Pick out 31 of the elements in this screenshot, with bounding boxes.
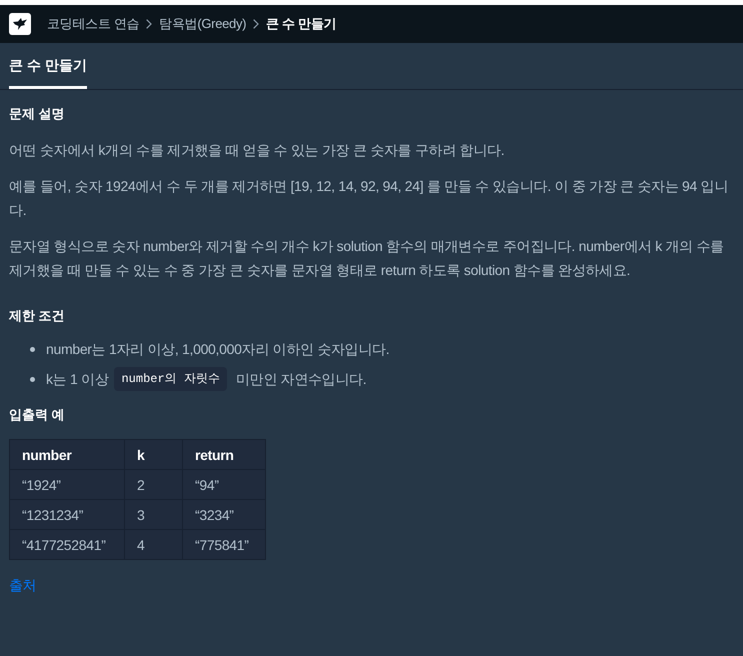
table-cell: “94”: [182, 470, 266, 500]
paragraph: 문자열 형식으로 숫자 number와 제거할 수의 개수 k가 solution 함수의 매개변수로 주어집니다. number에서 k 개의 수를 제거했을 때 만들 수 있는 수 중 가장 큰 숫자를 문자열 형태로 return 하도록 solution 함수를 완성하세요.: [9, 237, 725, 280]
bullet-icon: [30, 346, 35, 352]
bullet-icon: [30, 376, 35, 382]
paragraph: 예를 들어, 숫자 1924에서 수 두 개를 제거하면 [19, 12, 14, 92, 94, 24] 를 만들 수 있습니다. 이 중 가장 큰 숫자는 94 입니다.: [9, 177, 730, 220]
table-cell: 3: [124, 500, 182, 530]
constraint-text: number는 1자리 이상, 1,000,000자리 이하인 숫자입니다.: [46, 340, 390, 359]
table-cell: “775841”: [182, 530, 266, 560]
constraint-text: k는 1 이상: [46, 370, 108, 389]
tab[interactable]: 큰 수 만들기: [9, 55, 87, 89]
chevron-icon: [253, 19, 260, 29]
column-header: number: [10, 440, 124, 470]
paragraph: 어떤 숫자에서 k개의 수를 제거했을 때 얻을 수 있는 가장 큰 숫자를 구하려 합니다.: [9, 141, 506, 160]
inline-code: number의 자릿수: [114, 367, 227, 391]
table-cell: “4177252841”: [10, 530, 124, 560]
current-page-title[interactable]: 큰 수 만들기: [266, 14, 336, 34]
breadcrumb-link[interactable]: 탐욕법(Greedy): [159, 14, 246, 34]
column-header: k: [124, 440, 182, 470]
table-cell: 2: [124, 470, 182, 500]
bird-logo-icon[interactable]: [9, 13, 31, 35]
column-header: return: [182, 440, 266, 470]
table-cell: 4: [124, 530, 182, 560]
table-cell: “3234”: [182, 500, 266, 530]
chevron-icon: [146, 19, 152, 29]
breadcrumb-link[interactable]: 코딩테스트 연습: [47, 14, 140, 34]
section-heading: 입출력 예: [9, 406, 66, 424]
section-heading: 문제 설명: [9, 105, 66, 123]
table-cell: “1231234”: [10, 500, 124, 530]
table-cell: “1924”: [10, 470, 124, 500]
constraint-text: 미만인 자연수입니다.: [236, 370, 366, 389]
section-heading: 제한 조건: [9, 307, 66, 325]
